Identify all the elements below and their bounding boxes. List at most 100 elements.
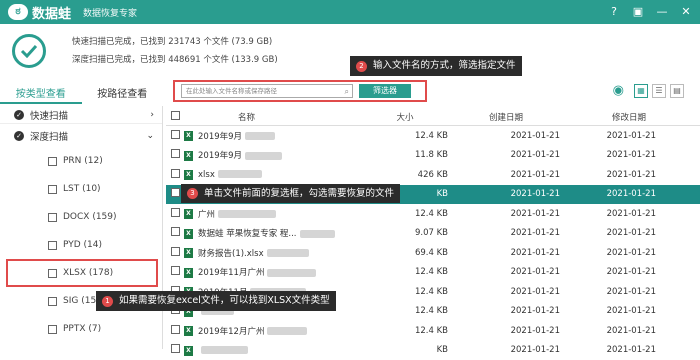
file-table: 名称 大小 创建日期 修改日期 X2019年9月12.4 KB2021-01-2… bbox=[166, 108, 700, 360]
file-name: xlsx bbox=[198, 170, 215, 180]
sidebar-group-deep-scan[interactable]: ✓ 深度扫描 ⌄ bbox=[0, 127, 162, 145]
table-row[interactable]: X2019年9月11.8 KB2021-01-212021-01-21 bbox=[166, 146, 700, 166]
sidebar-item-pptx[interactable]: PPTX (7) bbox=[0, 315, 162, 343]
file-name: 2019年12月广州 bbox=[198, 327, 264, 337]
redacted-text bbox=[245, 152, 282, 160]
redacted-text bbox=[218, 170, 262, 178]
file-name: 2019年9月 bbox=[198, 132, 242, 142]
table-row[interactable]: X2019年9月12.4 KB2021-01-212021-01-21 bbox=[166, 126, 700, 146]
tab-by-type[interactable]: 按类型查看 bbox=[0, 86, 82, 104]
excel-file-icon: X bbox=[184, 346, 193, 356]
row-checkbox[interactable] bbox=[171, 266, 180, 275]
modified-date: 2021-01-21 bbox=[560, 326, 698, 336]
table-row[interactable]: XKB2021-01-212021-01-21 bbox=[166, 341, 700, 360]
excel-file-icon: X bbox=[184, 229, 193, 239]
modified-date: 2021-01-21 bbox=[560, 267, 698, 277]
checkbox[interactable] bbox=[48, 185, 57, 194]
row-checkbox[interactable] bbox=[171, 130, 180, 139]
redacted-text bbox=[300, 230, 335, 238]
table-row[interactable]: X广州12.4 KB2021-01-212021-01-21 bbox=[166, 204, 700, 224]
header-modified[interactable]: 修改日期 bbox=[560, 111, 698, 123]
row-checkbox[interactable] bbox=[171, 169, 180, 178]
table-row[interactable]: X2019年12月广州12.4 KB2021-01-212021-01-21 bbox=[166, 321, 700, 341]
type-label: DOCX (159) bbox=[63, 212, 117, 222]
file-size: 69.4 KB bbox=[362, 248, 452, 258]
created-date: 2021-01-21 bbox=[452, 209, 560, 219]
app-name: 数据蛙 bbox=[32, 3, 71, 22]
step-badge: 3 bbox=[187, 188, 198, 199]
file-size: 426 KB bbox=[362, 170, 452, 180]
checkbox[interactable] bbox=[48, 325, 57, 334]
row-checkbox[interactable] bbox=[171, 188, 180, 197]
sidebar-item-lst[interactable]: LST (10) bbox=[0, 175, 162, 203]
redacted-text bbox=[267, 327, 307, 335]
tooltip-text: 单击文件前面的复选框，勾选需要恢复的文件 bbox=[204, 184, 394, 204]
row-checkbox[interactable] bbox=[171, 149, 180, 158]
modified-date: 2021-01-21 bbox=[560, 131, 698, 141]
header-name[interactable]: 名称 bbox=[198, 111, 362, 123]
table-row[interactable]: X数据蛙 苹果恢复专家 程...9.07 KB2021-01-212021-01… bbox=[166, 224, 700, 244]
created-date: 2021-01-21 bbox=[452, 248, 560, 258]
title-bar: ಠ 数据蛙 数据恢复专家 ? ▣ — ✕ bbox=[0, 0, 700, 24]
minimize-icon[interactable]: — bbox=[654, 3, 670, 19]
file-size: 12.4 KB bbox=[362, 287, 452, 297]
redacted-text bbox=[245, 132, 275, 140]
excel-file-icon: X bbox=[184, 248, 193, 258]
select-all-checkbox[interactable] bbox=[171, 111, 180, 120]
created-date: 2021-01-21 bbox=[452, 326, 560, 336]
filter-button[interactable]: 筛选器 bbox=[359, 84, 411, 98]
file-name: 2019年9月 bbox=[198, 151, 242, 161]
eye-icon[interactable]: ◉ bbox=[613, 83, 624, 98]
sidebar-item-xlsx[interactable]: XLSX (178) bbox=[6, 259, 158, 287]
excel-file-icon: X bbox=[184, 131, 193, 141]
table-row[interactable]: X财务报告(1).xlsx69.4 KB2021-01-212021-01-21 bbox=[166, 243, 700, 263]
checkbox[interactable] bbox=[48, 269, 57, 278]
row-checkbox[interactable] bbox=[171, 227, 180, 236]
grid-view-icon[interactable]: ▦ bbox=[634, 84, 648, 98]
save-icon[interactable]: ▣ bbox=[630, 3, 646, 19]
app-subtitle: 数据恢复专家 bbox=[83, 6, 137, 19]
redacted-text bbox=[267, 269, 316, 277]
tooltip-filter-hint: 2 输入文件名的方式，筛选指定文件 bbox=[350, 56, 522, 76]
modified-date: 2021-01-21 bbox=[560, 189, 698, 199]
sidebar-group-quick-scan[interactable]: ✓ 快速扫描 › bbox=[0, 106, 162, 124]
checkbox[interactable] bbox=[48, 157, 57, 166]
sidebar-item-prn[interactable]: PRN (12) bbox=[0, 147, 162, 175]
created-date: 2021-01-21 bbox=[452, 345, 560, 355]
file-size: 12.4 KB bbox=[362, 306, 452, 316]
detail-view-icon[interactable]: ▤ bbox=[670, 84, 684, 98]
redacted-text bbox=[201, 346, 248, 354]
modified-date: 2021-01-21 bbox=[560, 345, 698, 355]
checkbox[interactable] bbox=[48, 213, 57, 222]
help-icon[interactable]: ? bbox=[606, 3, 622, 19]
sidebar-item-docx[interactable]: DOCX (159) bbox=[0, 203, 162, 231]
tooltip-text: 如果需要恢复excel文件，可以找到XLSX文件类型 bbox=[119, 291, 330, 311]
table-row[interactable]: Xxlsx426 KB2021-01-212021-01-21 bbox=[166, 165, 700, 185]
list-view-icon[interactable]: ☰ bbox=[652, 84, 666, 98]
header-created[interactable]: 创建日期 bbox=[452, 111, 560, 123]
created-date: 2021-01-21 bbox=[452, 287, 560, 297]
close-icon[interactable]: ✕ bbox=[678, 3, 694, 19]
table-row[interactable]: X2019年11月广州12.4 KB2021-01-212021-01-21 bbox=[166, 263, 700, 283]
modified-date: 2021-01-21 bbox=[560, 170, 698, 180]
created-date: 2021-01-21 bbox=[452, 306, 560, 316]
checkbox[interactable] bbox=[48, 297, 57, 306]
search-icon[interactable]: ⌕ bbox=[345, 86, 349, 98]
header-size[interactable]: 大小 bbox=[362, 111, 452, 123]
type-label: PYD (14) bbox=[63, 240, 102, 250]
search-input[interactable]: 在此处输入文件名称或保存路径 ⌕ bbox=[181, 84, 353, 98]
quick-scan-status: 快速扫描已完成，已找到 231743 个文件 (73.9 GB) bbox=[72, 35, 272, 47]
redacted-text bbox=[267, 249, 309, 257]
tab-by-path[interactable]: 按路径查看 bbox=[82, 86, 164, 104]
excel-file-icon: X bbox=[184, 326, 193, 336]
sidebar-item-pyd[interactable]: PYD (14) bbox=[0, 231, 162, 259]
step-badge: 2 bbox=[356, 61, 367, 72]
file-size: 9.07 KB bbox=[362, 228, 452, 238]
checkbox[interactable] bbox=[48, 241, 57, 250]
modified-date: 2021-01-21 bbox=[560, 228, 698, 238]
row-checkbox[interactable] bbox=[171, 247, 180, 256]
row-checkbox[interactable] bbox=[171, 208, 180, 217]
created-date: 2021-01-21 bbox=[452, 189, 560, 199]
row-checkbox[interactable] bbox=[171, 325, 180, 334]
check-circle-icon bbox=[12, 34, 46, 68]
